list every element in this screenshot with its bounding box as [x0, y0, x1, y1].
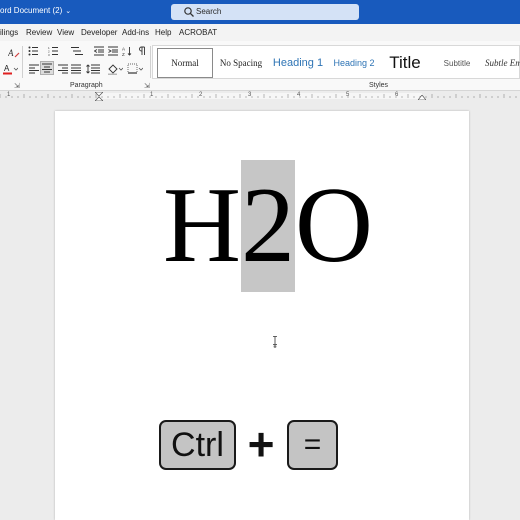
ruler-number: 5: [346, 92, 350, 98]
paragraph-group-launcher-icon[interactable]: ⇲: [144, 82, 150, 90]
borders-icon[interactable]: [127, 63, 143, 75]
chevron-down-icon: ⌄: [65, 8, 72, 15]
svg-text:A: A: [4, 64, 10, 73]
svg-text:A: A: [122, 47, 125, 52]
ruler-text-area: [100, 93, 422, 99]
multilevel-list-icon[interactable]: [70, 46, 84, 56]
styles-group-label: Styles: [369, 82, 389, 89]
align-left-icon[interactable]: [29, 64, 39, 74]
font-color-icon[interactable]: A: [2, 63, 18, 75]
bullets-icon[interactable]: [28, 46, 42, 56]
tab-view[interactable]: View: [57, 28, 74, 37]
tab-mailings[interactable]: ilings: [0, 28, 18, 37]
paragraph-group-label: Paragraph: [70, 82, 103, 89]
decrease-indent-icon[interactable]: [94, 46, 104, 56]
text-cursor-icon: [273, 336, 277, 348]
tab-acrobat[interactable]: ACROBAT: [179, 28, 217, 37]
style-subtitle[interactable]: Subtitle: [435, 48, 479, 78]
tab-add-ins[interactable]: Add-ins: [122, 28, 149, 37]
svg-text:3: 3: [48, 53, 50, 56]
document-text[interactable]: H2O: [163, 160, 373, 292]
tab-help[interactable]: Help: [155, 28, 171, 37]
style-title[interactable]: Title: [383, 48, 427, 78]
search-placeholder: Search: [196, 7, 222, 16]
document-page[interactable]: H2O Ctrl + =: [55, 111, 469, 520]
title-bar: ord Document (2) ⌄ Search: [0, 0, 520, 24]
horizontal-ruler[interactable]: 1 1 2 3 4 5 6: [0, 91, 520, 101]
right-indent-marker-icon[interactable]: [418, 95, 426, 100]
document-title[interactable]: ord Document (2) ⌄: [0, 6, 71, 15]
ruler-scale: [0, 93, 517, 99]
style-heading-1[interactable]: Heading 1: [269, 48, 327, 78]
ruler-number: 3: [248, 92, 252, 98]
line-spacing-icon[interactable]: [86, 64, 100, 74]
ctrl-key-label: Ctrl: [171, 425, 224, 464]
search-box[interactable]: Search: [171, 4, 359, 20]
ruler-number: 4: [297, 92, 301, 98]
text-char-h: H: [163, 166, 241, 285]
ruler-number: 1: [7, 92, 11, 98]
document-title-text: ord Document (2): [0, 6, 63, 15]
ribbon-tabs: ilings Review View Developer Add-ins Hel…: [0, 24, 520, 41]
ruler-number: 6: [395, 92, 399, 98]
style-no-spacing[interactable]: No Spacing: [217, 48, 265, 78]
styles-gallery: Normal No Spacing Heading 1 Heading 2 Ti…: [152, 45, 520, 79]
plus-sign: +: [247, 418, 275, 470]
clear-formatting-icon[interactable]: A: [8, 47, 20, 59]
group-divider: [22, 46, 23, 78]
search-icon: [184, 7, 194, 17]
equals-key-label: =: [303, 428, 322, 461]
text-char-o: O: [295, 166, 373, 285]
style-subtle-emphasis[interactable]: Subtle Em: [485, 48, 520, 78]
numbering-icon[interactable]: 123: [48, 46, 62, 56]
selected-text-char-2[interactable]: 2: [241, 160, 295, 292]
increase-indent-icon[interactable]: [108, 46, 118, 56]
align-center-button[interactable]: [40, 61, 54, 75]
show-formatting-marks-icon[interactable]: [137, 46, 147, 56]
ribbon: A A 123 AZ ⇲ Paragraph ⇲ Normal No Spaci…: [0, 41, 520, 91]
align-center-icon: [42, 63, 52, 73]
justify-icon[interactable]: [71, 64, 81, 74]
align-right-icon[interactable]: [58, 64, 68, 74]
font-group-launcher-icon[interactable]: ⇲: [14, 82, 20, 90]
left-indent-marker-icon[interactable]: [95, 92, 103, 101]
shading-icon[interactable]: [107, 63, 123, 75]
ruler-number: 2: [199, 92, 203, 98]
tab-developer[interactable]: Developer: [81, 28, 117, 37]
tab-review[interactable]: Review: [26, 28, 52, 37]
style-heading-2[interactable]: Heading 2: [329, 48, 379, 78]
ctrl-key: Ctrl: [159, 420, 236, 470]
equals-key: =: [287, 420, 338, 470]
group-divider: [150, 46, 151, 78]
sort-icon[interactable]: AZ: [122, 46, 132, 56]
svg-text:Z: Z: [122, 52, 125, 56]
ruler-number: 1: [150, 92, 154, 98]
svg-text:A: A: [8, 48, 14, 58]
style-normal[interactable]: Normal: [157, 48, 213, 78]
